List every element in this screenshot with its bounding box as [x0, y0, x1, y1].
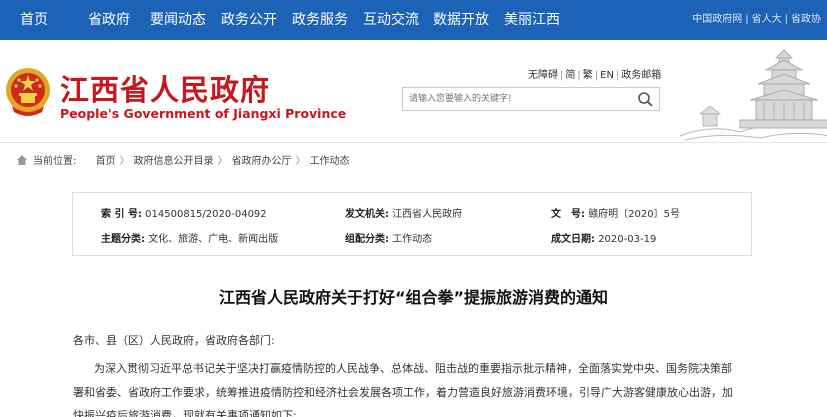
divider: |	[784, 14, 788, 25]
link-provincial-cppcc[interactable]: 省政协	[791, 14, 821, 25]
divider: |	[745, 14, 749, 25]
site-header: 江西省人民政府 People's Government of Jiangxi P…	[0, 40, 827, 142]
breadcrumb-item-general-office[interactable]: 省政府办公厅	[232, 156, 292, 167]
topic-category-value: 文化、旅游、广电、新闻出版	[148, 234, 279, 245]
index-number-label: 索 引 号:	[101, 209, 142, 220]
site-title: 江西省人民政府	[60, 73, 271, 107]
pavilion-illustration-icon	[680, 49, 827, 141]
document-number-label: 文 号:	[551, 209, 585, 220]
written-date-value: 2020-03-19	[598, 234, 657, 245]
article-paragraph-line: 为深入贯彻习近平总书记关于坚决打赢疫情防控的人民战争、总体战、阻击战的重要指示批…	[94, 362, 732, 375]
national-emblem-icon	[6, 68, 50, 116]
assembly-category-value: 工作动态	[392, 234, 433, 245]
document-number-value: 赣府明〔2020〕5号	[588, 209, 680, 220]
divider: |	[577, 70, 581, 81]
simplified-chinese-link[interactable]: 简	[565, 70, 575, 81]
document-metadata-box: 索 引 号: 014500815/2020-04092 发文机关: 江西省人民政…	[72, 192, 752, 256]
top-right-links: 中国政府网 | 省人大 | 省政协	[692, 0, 821, 40]
written-date-field: 成文日期: 2020-03-19	[551, 230, 656, 245]
nav-item-news[interactable]: 要闻动态	[150, 0, 206, 40]
nav-item-open-data[interactable]: 数据开放	[433, 0, 489, 40]
gov-mail-link[interactable]: 政务邮箱	[621, 70, 661, 81]
location-icon	[17, 155, 27, 165]
divider: |	[560, 70, 564, 81]
issuing-authority-value: 江西省人民政府	[392, 209, 463, 220]
header-utility-links: 无障碍 | 简 | 繁 | EN | 政务邮箱	[528, 66, 661, 81]
accessibility-link[interactable]: 无障碍	[528, 70, 558, 81]
breadcrumb-separator: 〉	[217, 156, 228, 167]
breadcrumb-separator: 〉	[119, 156, 130, 167]
search-input[interactable]	[403, 88, 631, 110]
written-date-label: 成文日期:	[551, 234, 595, 245]
link-provincial-congress[interactable]: 省人大	[752, 14, 782, 25]
article-title: 江西省人民政府关于打好“组合拳”提振旅游消费的通知	[218, 288, 609, 307]
divider: |	[615, 70, 620, 81]
site-subtitle: People's Government of Jiangxi Province	[60, 106, 347, 121]
breadcrumb-item-work-news[interactable]: 工作动态	[310, 156, 350, 167]
assembly-category-label: 组配分类:	[345, 234, 389, 245]
breadcrumb-label: 当前位置:	[33, 156, 77, 167]
nav-item-gov-affairs-open[interactable]: 政务公开	[221, 0, 277, 40]
article-paragraph-line: 署和省委、省政府工作要求，统筹推进疫情防控和经济社会发展各项工作，着力营造良好旅…	[73, 386, 733, 399]
issuing-authority-field: 发文机关: 江西省人民政府	[345, 205, 462, 220]
english-link[interactable]: EN	[600, 70, 614, 81]
breadcrumb-item-home[interactable]: 首页	[96, 156, 116, 167]
topic-category-label: 主题分类:	[101, 234, 145, 245]
document-number-field: 文 号: 赣府明〔2020〕5号	[551, 205, 680, 220]
breadcrumb: 当前位置: 首页〉政府信息公开目录〉省政府办公厅〉工作动态	[0, 142, 827, 176]
link-china-gov[interactable]: 中国政府网	[692, 14, 742, 25]
breadcrumb-separator: 〉	[295, 156, 306, 167]
nav-item-gov-services[interactable]: 政务服务	[292, 0, 348, 40]
traditional-chinese-link[interactable]: 繁	[583, 70, 593, 81]
nav-item-interaction[interactable]: 互动交流	[363, 0, 419, 40]
issuing-authority-label: 发文机关:	[345, 209, 389, 220]
nav-item-provincial-gov[interactable]: 省政府	[88, 0, 130, 40]
divider: |	[594, 70, 599, 81]
top-nav-bar: 首页 省政府 要闻动态 政务公开 政务服务 互动交流 数据开放 美丽江西 中国政…	[0, 0, 827, 40]
search-icon[interactable]	[637, 91, 655, 107]
breadcrumb-item-gov-info-catalog[interactable]: 政府信息公开目录	[134, 156, 214, 167]
assembly-category-field: 组配分类: 工作动态	[345, 230, 432, 245]
article-paragraph-line: 快振兴疫后旅游消费，现就有关事项通知如下:	[73, 409, 297, 417]
nav-item-beautiful-jiangxi[interactable]: 美丽江西	[504, 0, 560, 40]
index-number-field: 索 引 号: 014500815/2020-04092	[101, 205, 267, 220]
topic-category-field: 主题分类: 文化、旅游、广电、新闻出版	[101, 230, 278, 245]
nav-item-home[interactable]: 首页	[20, 0, 48, 40]
search-box	[402, 87, 660, 111]
index-number-value: 014500815/2020-04092	[145, 209, 267, 220]
article-salutation: 各市、县（区）人民政府，省政府各部门:	[73, 334, 275, 347]
breadcrumb-row: 当前位置: 首页〉政府信息公开目录〉省政府办公厅〉工作动态	[33, 152, 350, 167]
